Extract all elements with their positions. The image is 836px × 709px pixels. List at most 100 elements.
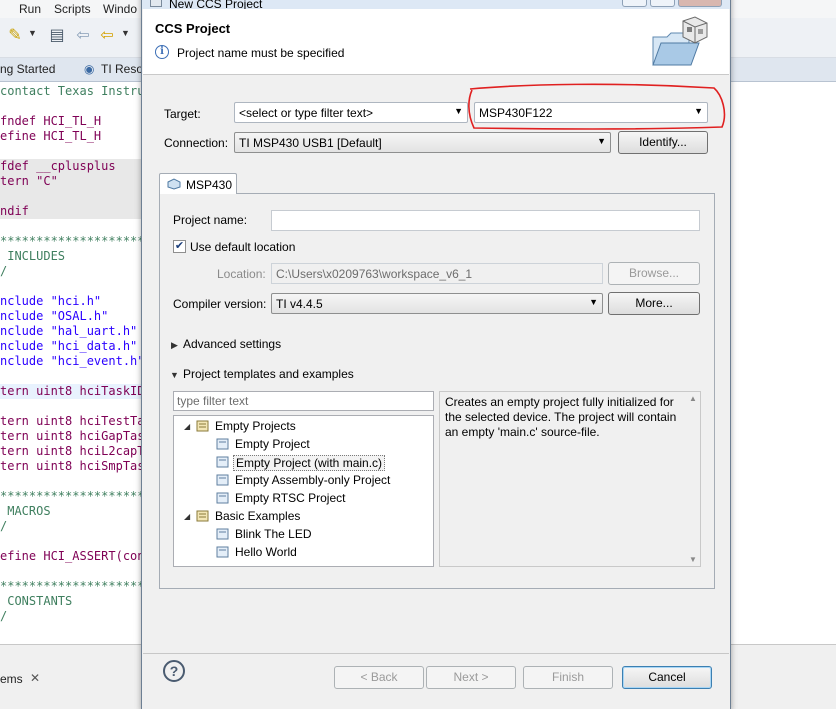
tab-msp430[interactable]: MSP430 — [159, 173, 237, 195]
tree-group-label: Basic Examples — [215, 509, 301, 523]
code-line: tern uint8 hciTestTa — [0, 414, 141, 429]
code-line — [0, 189, 141, 204]
target-label: Target: — [164, 107, 201, 121]
code-text: nclude "hal_uart.h" — [0, 324, 138, 338]
new-ccs-project-dialog: New CCS Project CCS Project i Project na… — [141, 0, 731, 709]
code-text: / — [0, 264, 8, 278]
code-text: ********************** — [0, 489, 141, 503]
code-text: tern uint8 hciL2capT — [0, 444, 141, 458]
scroll-down-icon[interactable]: ▼ — [689, 555, 697, 564]
folder-graphic-icon — [652, 16, 708, 66]
browse-button[interactable]: Browse... — [608, 262, 700, 285]
code-line: tern uint8 hciL2capT — [0, 444, 141, 459]
code-text: efine HCI_TL_H — [0, 129, 102, 143]
header-title: CCS Project — [155, 21, 231, 36]
template-tree[interactable]: ◢ Empty Projects Empty Project Empty Pro… — [173, 415, 434, 567]
project-templates-toggle[interactable]: Project templates and examples — [183, 367, 354, 381]
menu-scripts[interactable]: Scripts — [54, 2, 91, 16]
code-text: tern uint8 hciGapTas — [0, 429, 141, 443]
list-icon[interactable]: ▤ — [48, 27, 66, 45]
code-line: nclude "OSAL.h" — [0, 309, 141, 324]
chevron-down-icon[interactable]: ▼ — [121, 28, 130, 38]
target-device-combo[interactable]: MSP430F122 ▼ — [474, 102, 708, 123]
location-label: Location: — [217, 267, 266, 281]
help-icon[interactable]: ? — [163, 660, 185, 682]
code-line: fndef HCI_TL_H — [0, 114, 141, 129]
scroll-up-icon[interactable]: ▲ — [689, 394, 697, 403]
close-icon[interactable]: ✕ — [30, 671, 40, 685]
code-line: efine HCI_ASSERT(con — [0, 549, 141, 564]
tree-item-label: Empty Project — [235, 437, 310, 451]
connection-combo[interactable]: TI MSP430 USB1 [Default] ▼ — [234, 132, 611, 153]
code-line: ********************** — [0, 234, 141, 249]
dialog-header: CCS Project i Project name must be speci… — [143, 9, 729, 75]
target-filter-combo[interactable]: <select or type filter text> ▼ — [234, 102, 468, 123]
chevron-down-icon[interactable]: ▼ — [28, 28, 37, 38]
back-history-icon[interactable]: ⇦ — [74, 27, 92, 45]
code-line: tern uint8 hciTaskID — [0, 384, 141, 399]
tab-getting-started[interactable]: ng Started — [0, 62, 55, 76]
code-line: tern uint8 hciSmpTas — [0, 459, 141, 474]
tab-ti-resource[interactable]: TI Reso — [101, 62, 143, 76]
template-icon — [216, 474, 229, 486]
template-icon — [216, 492, 229, 504]
code-text: tern uint8 hciTestTa — [0, 414, 141, 428]
code-text: tern uint8 hciSmpTas — [0, 459, 141, 473]
footer-separator — [143, 653, 729, 654]
next-button[interactable]: Next > — [426, 666, 516, 689]
chevron-down-icon[interactable]: ▼ — [454, 106, 463, 116]
identify-button[interactable]: Identify... — [618, 131, 708, 154]
chevron-down-icon[interactable]: ▼ — [589, 297, 598, 307]
advanced-settings-toggle[interactable]: Advanced settings — [183, 337, 281, 351]
project-name-input[interactable] — [271, 210, 700, 231]
window-icon — [150, 0, 162, 7]
cancel-button[interactable]: Cancel — [622, 666, 712, 689]
code-text: efine HCI_ASSERT(con — [0, 549, 141, 563]
tree-collapse-icon[interactable]: ◢ — [184, 512, 190, 521]
code-line: nclude "hci.h" — [0, 294, 141, 309]
collapse-triangle-icon[interactable]: ▼ — [170, 370, 179, 380]
code-text: / — [0, 609, 8, 623]
code-line: contact Texas Instru — [0, 84, 141, 99]
location-input[interactable]: C:\Users\x0209763\workspace_v6_1 — [271, 263, 603, 284]
close-button[interactable] — [678, 0, 722, 7]
more-button[interactable]: More... — [608, 292, 700, 315]
arrow-left-icon[interactable]: ⇦ — [98, 27, 116, 45]
tree-item-label: Empty RTSC Project — [235, 491, 346, 505]
back-button[interactable]: < Back — [334, 666, 424, 689]
code-line: ********************** — [0, 579, 141, 594]
compiler-version-combo[interactable]: TI v4.4.5 ▼ — [271, 293, 603, 314]
info-icon: i — [155, 45, 169, 59]
description-scrollbar[interactable]: ▲ ▼ — [686, 392, 700, 566]
code-line: fdef __cplusplus — [0, 159, 141, 174]
template-folder-icon — [196, 510, 209, 522]
use-default-location-label[interactable]: Use default location — [190, 240, 295, 254]
wrench-icon[interactable]: ✎ — [6, 27, 24, 45]
code-text: ndif — [0, 204, 29, 218]
menu-run[interactable]: Run — [19, 2, 41, 16]
code-line: tern uint8 hciGapTas — [0, 429, 141, 444]
chevron-down-icon[interactable]: ▼ — [694, 106, 703, 116]
chevron-down-icon[interactable]: ▼ — [597, 136, 606, 146]
code-text: fdef __cplusplus — [0, 159, 116, 173]
code-line: nclude "hci_data.h" — [0, 339, 141, 354]
target-device-value: MSP430F122 — [479, 106, 553, 120]
minimize-button[interactable] — [622, 0, 647, 7]
maximize-button[interactable] — [650, 0, 675, 7]
use-default-location-checkbox[interactable]: ✔ — [173, 240, 186, 253]
dialog-titlebar[interactable]: New CCS Project — [142, 0, 730, 11]
tab-problems[interactable]: ems — [0, 672, 23, 686]
finish-button[interactable]: Finish — [523, 666, 613, 689]
expand-triangle-icon[interactable]: ▶ — [171, 340, 178, 351]
header-message: Project name must be specified — [177, 46, 345, 60]
tree-collapse-icon[interactable]: ◢ — [184, 422, 190, 431]
menu-window[interactable]: Windo — [103, 2, 137, 16]
compiler-version-value: TI v4.4.5 — [276, 297, 323, 311]
location-value: C:\Users\x0209763\workspace_v6_1 — [276, 267, 473, 281]
template-filter-input[interactable]: type filter text — [173, 391, 434, 411]
